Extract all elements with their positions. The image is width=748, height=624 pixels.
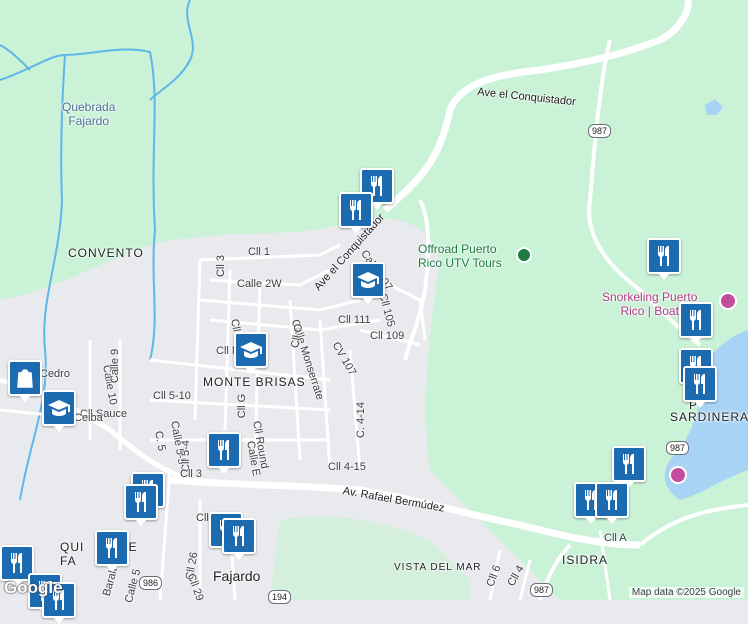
map-pin-shopping-1[interactable] xyxy=(8,360,42,402)
label-isidra: ISIDRA xyxy=(562,553,609,567)
fork-knife-icon xyxy=(684,308,708,332)
poi-offroad-label[interactable]: Offroad Puerto Rico UTV Tours xyxy=(418,242,502,270)
fork-knife-icon xyxy=(227,524,251,548)
fork-knife-icon xyxy=(652,244,676,268)
map-pin-school-3[interactable] xyxy=(42,390,76,432)
route-shield-194: 194 xyxy=(268,590,292,604)
map-attribution[interactable]: Map data ©2025 Google xyxy=(628,587,744,598)
fork-knife-icon xyxy=(688,372,712,396)
fork-knife-icon xyxy=(600,488,624,512)
map-pin-school-2[interactable] xyxy=(234,332,268,374)
map-pin-school-1[interactable] xyxy=(351,262,385,304)
camera-icon[interactable] xyxy=(719,292,737,310)
google-logo: Google xyxy=(4,578,63,597)
map-pin-restaurant-12[interactable] xyxy=(124,484,158,526)
street-label: Cll xyxy=(196,512,209,524)
street-label: Cll 111 xyxy=(338,314,371,326)
fork-knife-icon xyxy=(344,198,368,222)
street-label: Cll A xyxy=(604,532,627,544)
label-fajardo: Fajardo xyxy=(213,568,261,584)
label-convento: CONVENTO xyxy=(68,246,144,260)
street-label: Calle 2W xyxy=(237,278,282,290)
street-label: Calle 9 xyxy=(109,348,122,384)
graduation-cap-icon xyxy=(356,268,380,292)
map-pin-restaurant-2[interactable] xyxy=(339,192,373,234)
label-monte-brisas: MONTE BRISAS xyxy=(203,375,306,389)
route-shield-987-a: 987 xyxy=(588,124,612,138)
graduation-cap-icon xyxy=(47,396,71,420)
street-label: Cll 3 xyxy=(180,468,203,480)
map-pin-restaurant-3[interactable] xyxy=(647,238,681,280)
street-label: Cll 1 xyxy=(248,246,271,258)
fork-knife-icon xyxy=(129,490,153,514)
park-icon[interactable] xyxy=(516,247,532,263)
map-pin-restaurant-15[interactable] xyxy=(95,530,129,572)
street-label: Cll 5-10 xyxy=(153,390,191,402)
label-sardinera-b: SARDINERA xyxy=(670,410,748,424)
fork-knife-icon xyxy=(212,438,236,462)
street-label: Cedro xyxy=(40,368,70,380)
map-pin-restaurant-14[interactable] xyxy=(222,518,256,560)
label-quebrada: Quebrada Fajardo xyxy=(62,100,116,128)
map-pin-restaurant-7[interactable] xyxy=(612,446,646,488)
street-label: Cll 4-15 xyxy=(328,461,366,473)
graduation-cap-icon xyxy=(239,338,263,362)
map-pin-restaurant-9[interactable] xyxy=(595,482,629,524)
street-label: Cll 109 xyxy=(370,330,405,342)
route-shield-987-b: 987 xyxy=(666,441,690,455)
map-pin-restaurant-6[interactable] xyxy=(683,366,717,408)
street-label: Cll 3 xyxy=(215,254,228,278)
map-pin-restaurant-10[interactable] xyxy=(207,432,241,474)
fork-knife-icon xyxy=(100,536,124,560)
map-pin-restaurant-4[interactable] xyxy=(679,302,713,344)
label-vista-del-mar: VISTA DEL MAR xyxy=(394,562,482,573)
route-shield-986: 986 xyxy=(139,576,163,590)
route-shield-987-c: 987 xyxy=(530,583,554,597)
fork-knife-icon xyxy=(5,551,29,575)
shopping-bag-icon xyxy=(13,366,37,390)
fork-knife-icon xyxy=(617,452,641,476)
street-label: Ceiba xyxy=(74,412,103,424)
street-label: C. 4-14 xyxy=(355,401,368,439)
street-label: Cll G xyxy=(236,393,249,419)
camera-icon-2[interactable] xyxy=(669,466,687,484)
